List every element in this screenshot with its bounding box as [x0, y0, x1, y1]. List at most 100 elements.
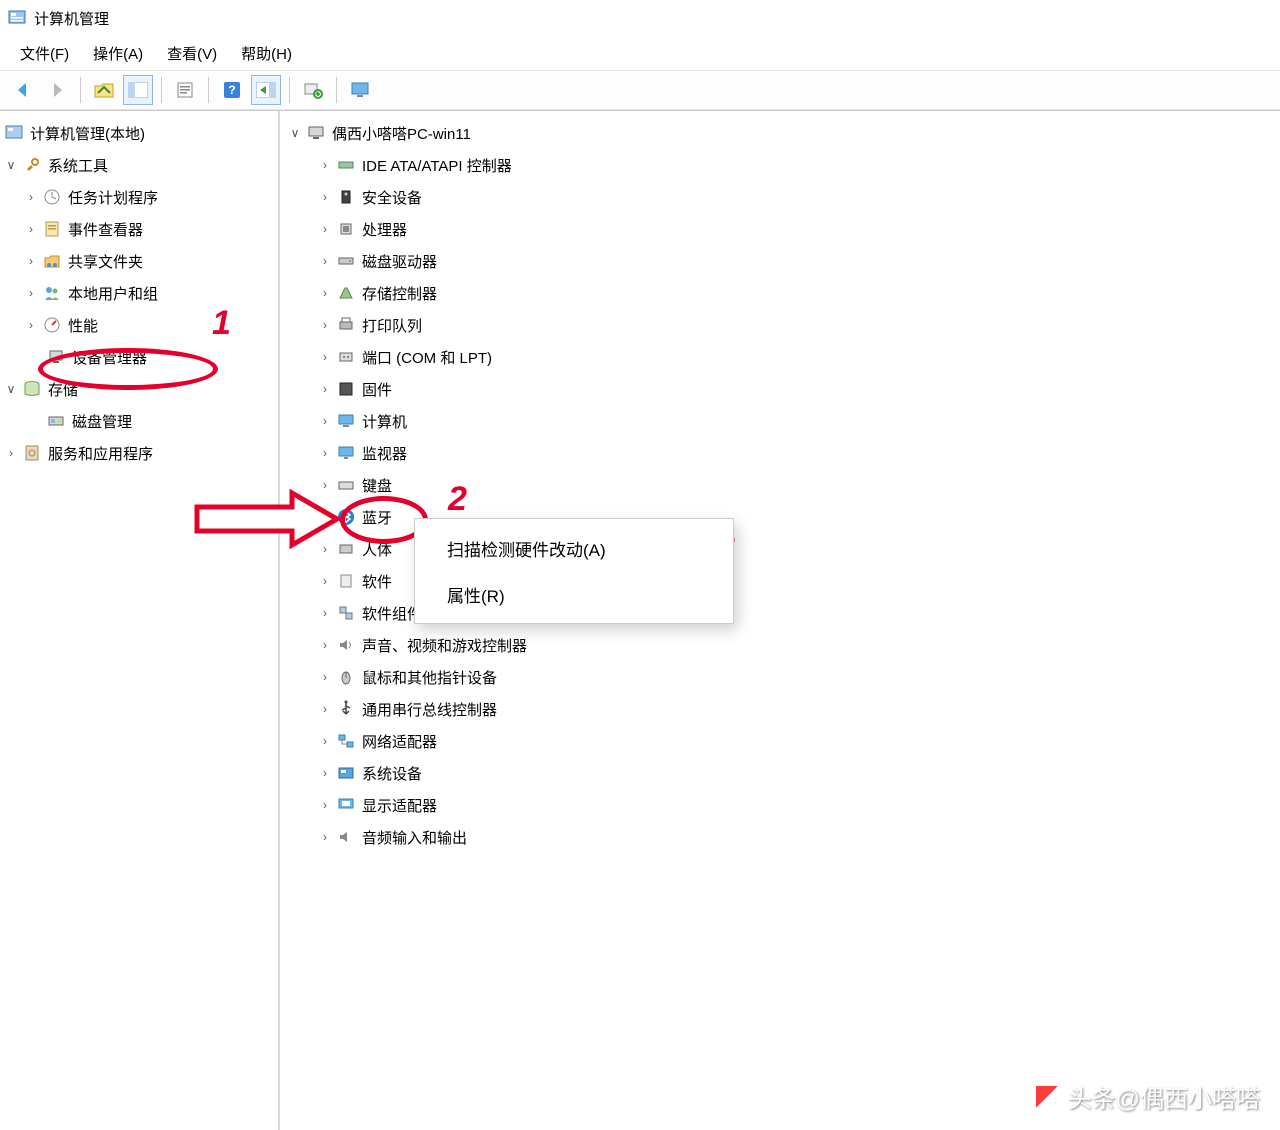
expand-icon[interactable]: › — [22, 318, 40, 332]
device-ide[interactable]: ›IDE ATA/ATAPI 控制器 — [280, 149, 1280, 181]
expand-icon[interactable]: › — [316, 542, 334, 556]
device-root[interactable]: ∨ 偶西小嗒嗒PC-win11 — [280, 117, 1280, 149]
device-display[interactable]: ›显示适配器 — [280, 789, 1280, 821]
device-system[interactable]: ›系统设备 — [280, 757, 1280, 789]
expand-icon[interactable]: › — [316, 446, 334, 460]
nav-back-button[interactable] — [8, 75, 38, 105]
expand-icon[interactable]: › — [316, 190, 334, 204]
watermark-icon — [1034, 1084, 1060, 1110]
expand-icon[interactable]: › — [316, 638, 334, 652]
tree-shared-folders[interactable]: › 共享文件夹 — [0, 245, 278, 277]
collapse-icon[interactable]: ∨ — [286, 126, 304, 140]
nav-forward-button[interactable] — [42, 75, 72, 105]
menu-action[interactable]: 操作(A) — [81, 39, 155, 68]
monitor-button[interactable] — [345, 75, 375, 105]
device-printqueue[interactable]: ›打印队列 — [280, 309, 1280, 341]
expand-icon[interactable]: › — [316, 414, 334, 428]
device-diskdrive[interactable]: ›磁盘驱动器 — [280, 245, 1280, 277]
storage-icon — [22, 379, 42, 399]
properties-button[interactable] — [170, 75, 200, 105]
expand-icon[interactable]: › — [316, 222, 334, 236]
expand-icon[interactable]: › — [316, 382, 334, 396]
toolbar: ? — [0, 70, 1280, 110]
svg-text:?: ? — [228, 83, 235, 97]
device-monitor[interactable]: ›监视器 — [280, 437, 1280, 469]
expand-icon[interactable]: › — [22, 286, 40, 300]
expand-icon[interactable]: › — [316, 158, 334, 172]
action-pane-button[interactable] — [251, 75, 281, 105]
bluetooth-icon — [336, 507, 356, 527]
device-security[interactable]: ›安全设备 — [280, 181, 1280, 213]
software-icon — [336, 571, 356, 591]
device-ports[interactable]: ›端口 (COM 和 LPT) — [280, 341, 1280, 373]
tree-system-tools[interactable]: ∨ 系统工具 — [0, 149, 278, 181]
toolbar-separator — [289, 77, 290, 103]
expand-icon[interactable]: › — [316, 478, 334, 492]
expand-icon[interactable]: › — [316, 510, 334, 524]
expand-icon[interactable]: › — [316, 798, 334, 812]
menu-file[interactable]: 文件(F) — [8, 39, 81, 68]
tree-storage[interactable]: ∨ 存储 — [0, 373, 278, 405]
tree-event-viewer[interactable]: › 事件查看器 — [0, 213, 278, 245]
event-viewer-icon — [42, 219, 62, 239]
app-icon — [8, 9, 26, 27]
titlebar: 计算机管理 — [0, 0, 1280, 36]
ide-icon — [336, 155, 356, 175]
tree-services-apps[interactable]: › 服务和应用程序 — [0, 437, 278, 469]
expand-icon[interactable]: › — [22, 222, 40, 236]
show-hide-tree-button[interactable] — [123, 75, 153, 105]
expand-icon[interactable]: › — [316, 734, 334, 748]
device-network[interactable]: ›网络适配器 — [280, 725, 1280, 757]
context-properties[interactable]: 属性(R) — [415, 571, 733, 617]
device-audio[interactable]: ›音频输入和输出 — [280, 821, 1280, 853]
expand-icon[interactable]: › — [316, 318, 334, 332]
toolbar-separator — [80, 77, 81, 103]
help-button[interactable]: ? — [217, 75, 247, 105]
expand-icon[interactable]: › — [316, 606, 334, 620]
cpu-icon — [336, 219, 356, 239]
tree-disk-management[interactable]: 磁盘管理 — [0, 405, 278, 437]
software-components-icon — [336, 603, 356, 623]
tree-local-users[interactable]: › 本地用户和组 — [0, 277, 278, 309]
expand-icon[interactable]: › — [316, 254, 334, 268]
device-firmware[interactable]: ›固件 — [280, 373, 1280, 405]
device-keyboard[interactable]: ›键盘 — [280, 469, 1280, 501]
services-icon — [22, 443, 42, 463]
tree-root-local[interactable]: 计算机管理(本地) — [0, 117, 278, 149]
device-usb[interactable]: ›通用串行总线控制器 — [280, 693, 1280, 725]
tree-performance[interactable]: › 性能 — [0, 309, 278, 341]
scan-hardware-button[interactable] — [298, 75, 328, 105]
left-navigation-tree[interactable]: 计算机管理(本地) ∨ 系统工具 › 任务计划程序 › 事件查看器 › 共享文件… — [0, 111, 280, 1130]
device-cpu[interactable]: ›处理器 — [280, 213, 1280, 245]
device-sound[interactable]: ›声音、视频和游戏控制器 — [280, 629, 1280, 661]
collapse-icon[interactable]: ∨ — [2, 382, 20, 396]
expand-icon[interactable]: › — [2, 446, 20, 460]
device-computer[interactable]: ›计算机 — [280, 405, 1280, 437]
tree-device-manager[interactable]: 设备管理器 — [0, 341, 278, 373]
collapse-icon[interactable]: ∨ — [2, 158, 20, 172]
device-manager-icon — [46, 347, 66, 367]
expand-icon[interactable]: › — [22, 190, 40, 204]
menu-view[interactable]: 查看(V) — [155, 39, 229, 68]
expand-icon[interactable]: › — [316, 350, 334, 364]
tree-task-scheduler[interactable]: › 任务计划程序 — [0, 181, 278, 213]
users-icon — [42, 283, 62, 303]
computer-management-icon — [4, 123, 24, 143]
toolbar-separator — [336, 77, 337, 103]
expand-icon[interactable]: › — [316, 574, 334, 588]
device-storagectrl[interactable]: ›存储控制器 — [280, 277, 1280, 309]
expand-icon[interactable]: › — [22, 254, 40, 268]
device-mouse[interactable]: ›鼠标和其他指针设备 — [280, 661, 1280, 693]
expand-icon[interactable]: › — [316, 286, 334, 300]
context-scan-hardware[interactable]: 扫描检测硬件改动(A) — [415, 525, 733, 571]
clock-icon — [42, 187, 62, 207]
expand-icon[interactable]: › — [316, 702, 334, 716]
expand-icon[interactable]: › — [316, 830, 334, 844]
sound-icon — [336, 635, 356, 655]
menu-help[interactable]: 帮助(H) — [229, 39, 304, 68]
up-button[interactable] — [89, 75, 119, 105]
toolbar-separator — [161, 77, 162, 103]
expand-icon[interactable]: › — [316, 766, 334, 780]
storage-controller-icon — [336, 283, 356, 303]
expand-icon[interactable]: › — [316, 670, 334, 684]
